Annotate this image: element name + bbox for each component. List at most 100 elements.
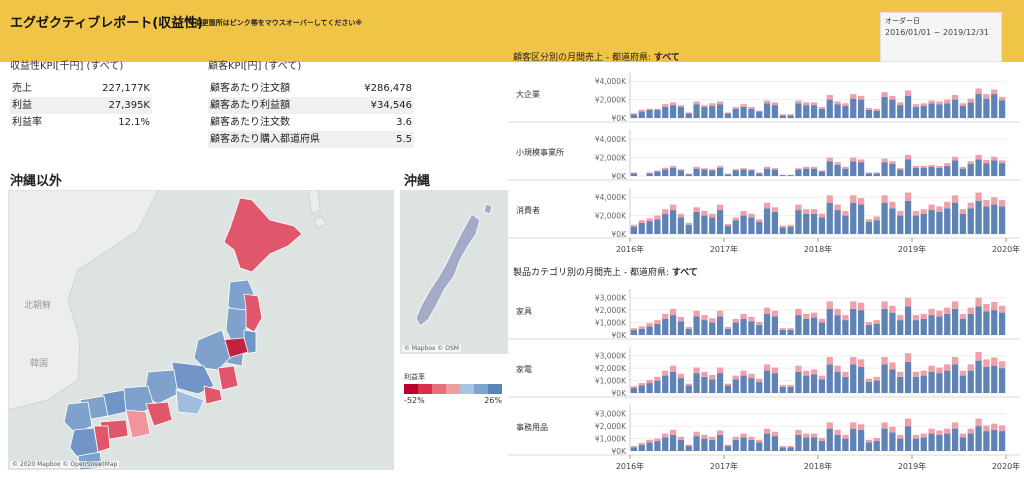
profit-bar[interactable] — [795, 429, 802, 435]
sales-bar[interactable] — [638, 328, 645, 335]
profit-bar[interactable] — [810, 166, 818, 169]
profit-bar[interactable] — [630, 446, 638, 448]
sales-bar[interactable] — [889, 208, 896, 234]
profit-bar[interactable] — [803, 313, 810, 319]
sales-bar[interactable] — [975, 306, 982, 335]
sales-bar[interactable] — [873, 110, 880, 118]
sales-bar[interactable] — [638, 111, 645, 118]
profit-bar[interactable] — [959, 103, 967, 107]
profit-bar[interactable] — [646, 439, 653, 443]
profit-bar[interactable] — [850, 195, 857, 203]
sales-bar[interactable] — [771, 211, 779, 234]
profit-bar[interactable] — [748, 213, 755, 218]
sales-bar[interactable] — [991, 160, 998, 176]
profit-bar[interactable] — [889, 201, 896, 209]
prefecture-iwate[interactable] — [243, 293, 263, 333]
sales-bar[interactable] — [810, 213, 818, 234]
profit-bar[interactable] — [826, 195, 833, 203]
sales-bar[interactable] — [646, 173, 653, 176]
profit-bar[interactable] — [818, 213, 826, 218]
profit-bar[interactable] — [857, 95, 865, 100]
profit-bar[interactable] — [920, 103, 927, 107]
sales-bar[interactable] — [662, 213, 669, 234]
profit-bar[interactable] — [983, 425, 990, 432]
profit-bar[interactable] — [771, 310, 779, 317]
profit-bar[interactable] — [936, 310, 943, 317]
sales-bar[interactable] — [944, 208, 951, 234]
sales-bar[interactable] — [850, 98, 857, 118]
profit-bar[interactable] — [967, 161, 974, 165]
sales-bar[interactable] — [803, 375, 810, 393]
sales-bar[interactable] — [904, 361, 912, 393]
sales-bar[interactable] — [967, 164, 974, 176]
profit-bar[interactable] — [662, 209, 669, 214]
profit-bar[interactable] — [779, 384, 786, 387]
profit-bar[interactable] — [850, 422, 857, 429]
profit-bar[interactable] — [701, 168, 708, 170]
profit-bar[interactable] — [630, 386, 638, 389]
sales-bar[interactable] — [826, 428, 833, 451]
sales-bar[interactable] — [638, 444, 645, 451]
sales-bar[interactable] — [787, 447, 794, 451]
profit-bar[interactable] — [975, 297, 982, 307]
sales-bar[interactable] — [959, 168, 967, 176]
sales-bar[interactable] — [920, 318, 927, 335]
profit-bar[interactable] — [748, 169, 755, 171]
sales-bar[interactable] — [669, 167, 677, 176]
profit-bar[interactable] — [803, 433, 810, 438]
sales-bar[interactable] — [983, 163, 990, 176]
sales-bar[interactable] — [944, 103, 951, 118]
sales-bar[interactable] — [991, 204, 998, 234]
profit-bar[interactable] — [873, 216, 880, 221]
profit-bar[interactable] — [724, 444, 732, 447]
profit-bar[interactable] — [638, 326, 645, 329]
profit-bar[interactable] — [701, 211, 708, 216]
sales-bar[interactable] — [654, 380, 661, 393]
profit-bar[interactable] — [826, 301, 833, 309]
sales-bar[interactable] — [944, 370, 951, 393]
profit-bar[interactable] — [646, 108, 653, 110]
profit-bar[interactable] — [662, 313, 669, 319]
profit-bar[interactable] — [748, 436, 755, 440]
sales-bar[interactable] — [748, 439, 755, 451]
profit-bar[interactable] — [944, 307, 951, 314]
profit-bar[interactable] — [834, 365, 841, 372]
profit-bar[interactable] — [998, 199, 1006, 207]
profit-bar[interactable] — [724, 223, 732, 226]
sales-bar[interactable] — [850, 364, 857, 393]
profit-bar[interactable] — [763, 166, 771, 169]
sales-bar[interactable] — [677, 170, 685, 176]
profit-bar[interactable] — [967, 364, 974, 371]
sales-bar[interactable] — [810, 317, 818, 335]
profit-bar[interactable] — [732, 375, 739, 380]
sales-bar[interactable] — [936, 211, 943, 234]
sales-bar[interactable] — [850, 428, 857, 451]
profit-bar[interactable] — [975, 154, 982, 160]
sales-bar[interactable] — [638, 385, 645, 393]
sales-bar[interactable] — [654, 109, 661, 118]
sales-bar[interactable] — [685, 174, 692, 176]
sales-bar[interactable] — [881, 202, 888, 234]
profit-bar[interactable] — [771, 431, 779, 437]
sales-bar[interactable] — [998, 431, 1006, 451]
sales-bar[interactable] — [967, 208, 974, 234]
sales-bar[interactable] — [857, 162, 865, 176]
profit-bar[interactable] — [685, 383, 692, 386]
profit-bar[interactable] — [795, 168, 802, 170]
sales-bar[interactable] — [912, 376, 920, 393]
sales-bar[interactable] — [669, 434, 677, 451]
sales-bar[interactable] — [685, 224, 692, 234]
profit-bar[interactable] — [850, 94, 857, 99]
sales-bar[interactable] — [709, 439, 716, 451]
profit-bar[interactable] — [936, 367, 943, 374]
profit-bar[interactable] — [693, 367, 700, 374]
sales-bar[interactable] — [669, 210, 677, 234]
profit-bar[interactable] — [951, 95, 959, 100]
sales-bar[interactable] — [920, 213, 927, 234]
prefecture-shizuoka[interactable] — [175, 389, 205, 415]
profit-bar[interactable] — [826, 422, 833, 429]
profit-bar[interactable] — [662, 370, 669, 376]
sales-bar[interactable] — [630, 226, 638, 234]
profit-bar[interactable] — [638, 220, 645, 223]
sales-bar[interactable] — [795, 315, 802, 335]
